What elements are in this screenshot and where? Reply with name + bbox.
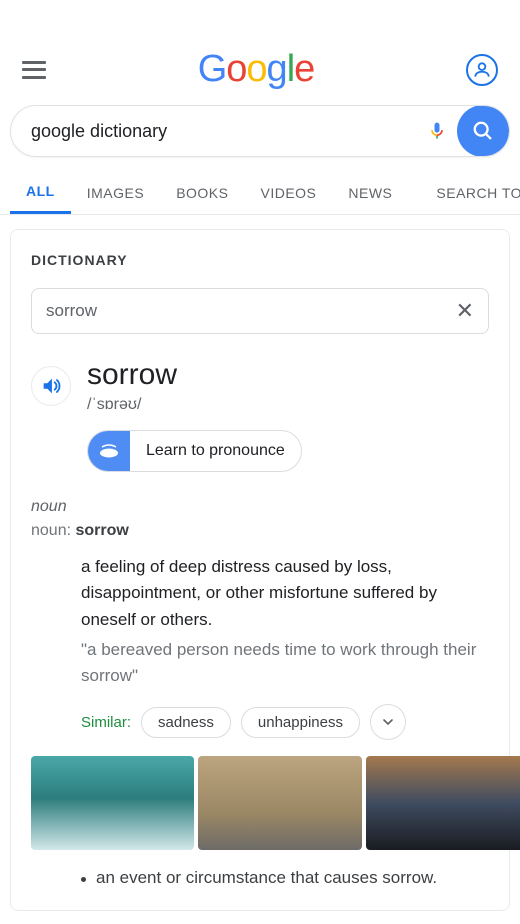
definition-text: a feeling of deep distress caused by los…: [81, 554, 489, 633]
image-results: [31, 756, 520, 850]
google-logo[interactable]: Google: [198, 48, 315, 91]
tab-news[interactable]: NEWS: [332, 171, 408, 214]
pronunciation: /ˈsɒrəʊ/: [87, 396, 177, 414]
voice-search-icon[interactable]: [417, 120, 457, 142]
search-tabs: ALL IMAGES BOOKS VIDEOS NEWS SEARCH TOOL…: [0, 171, 520, 215]
clear-icon[interactable]: ✕: [456, 298, 474, 324]
dictionary-title: DICTIONARY: [31, 252, 489, 268]
headword: sorrow: [87, 358, 177, 392]
image-thumb-1[interactable]: [31, 756, 194, 850]
dictionary-search: ✕: [31, 288, 489, 334]
sub-definition-text: an event or circumstance that causes sor…: [96, 868, 437, 888]
bullet-icon: [81, 877, 86, 882]
tab-search-tools[interactable]: SEARCH TOOLS: [420, 171, 520, 214]
tab-videos[interactable]: VIDEOS: [244, 171, 332, 214]
similar-chip-unhappiness[interactable]: unhappiness: [241, 707, 360, 738]
example-text: "a bereaved person needs time to work th…: [81, 637, 489, 688]
tab-all[interactable]: ALL: [10, 171, 71, 214]
expand-similar-button[interactable]: [370, 704, 406, 740]
dictionary-card: DICTIONARY ✕ sorrow /ˈsɒrəʊ/ Learn to pr…: [10, 229, 510, 911]
image-thumb-3[interactable]: [366, 756, 520, 850]
image-thumb-2[interactable]: [198, 756, 361, 850]
similar-label: Similar:: [81, 714, 131, 731]
account-icon[interactable]: [466, 54, 498, 86]
mouth-icon: [88, 430, 130, 472]
similar-chip-sadness[interactable]: sadness: [141, 707, 231, 738]
dictionary-input[interactable]: [46, 301, 456, 321]
tab-images[interactable]: IMAGES: [71, 171, 160, 214]
search-bar: [10, 105, 510, 157]
audio-button[interactable]: [31, 366, 71, 406]
menu-button[interactable]: [22, 61, 46, 79]
search-button[interactable]: [457, 105, 509, 157]
learn-pronounce-button[interactable]: Learn to pronounce: [87, 430, 302, 472]
part-of-speech: noun: [31, 498, 489, 516]
learn-pronounce-label: Learn to pronounce: [130, 442, 301, 460]
noun-line: noun: sorrow: [31, 522, 489, 540]
search-input[interactable]: [11, 121, 417, 142]
tab-books[interactable]: BOOKS: [160, 171, 244, 214]
